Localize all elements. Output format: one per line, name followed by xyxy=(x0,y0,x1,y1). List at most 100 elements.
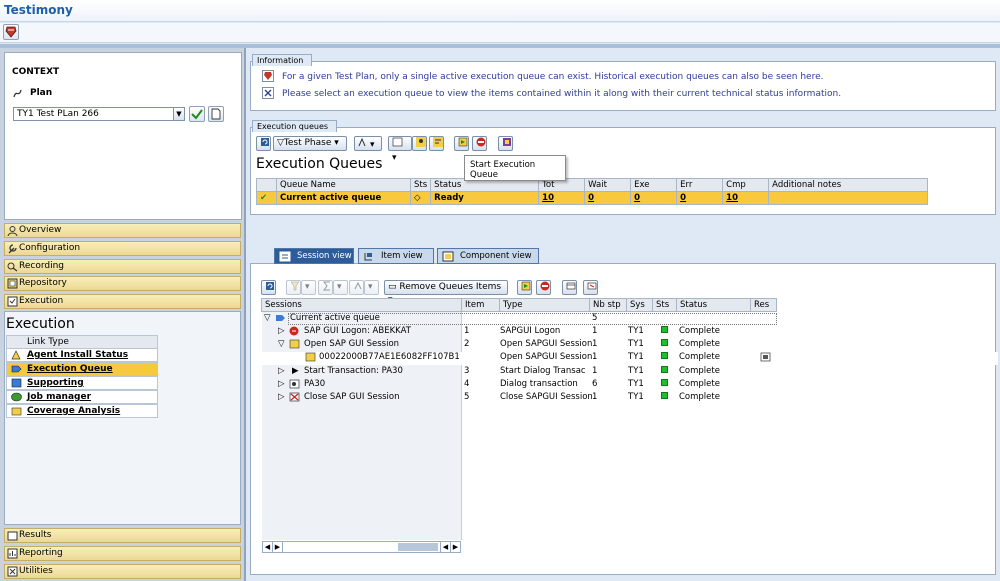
filter-button[interactable] xyxy=(286,280,301,295)
infrastructure-icon xyxy=(11,378,22,388)
queue-tot-cell[interactable]: 10 xyxy=(538,191,586,205)
link-type-header: Link Type xyxy=(6,335,158,349)
plan-label: Plan xyxy=(30,88,53,98)
view-log-button[interactable] xyxy=(498,136,513,151)
agent-icon xyxy=(11,350,22,360)
filter-options-button[interactable]: ▾ xyxy=(301,280,316,295)
nav-execution[interactable]: Execution xyxy=(4,294,241,309)
scroll-left-icon[interactable]: ◀ xyxy=(263,542,273,552)
tree-row-2[interactable]: ▽ Open SAP GUI Session 2 Open SAPGUI Ses… xyxy=(262,339,998,352)
status-cell: Complete xyxy=(679,339,720,349)
tab-session-view[interactable]: Session view xyxy=(274,248,354,264)
information-group xyxy=(250,61,996,111)
refresh-items-button[interactable] xyxy=(261,280,276,295)
nav-repository[interactable]: Repository xyxy=(4,276,241,291)
remove-queues-items-button[interactable]: ▭ Remove Queues Items ▾ xyxy=(384,280,508,305)
session-view-icon xyxy=(279,251,291,262)
refresh-queues-button[interactable] xyxy=(256,136,271,151)
scroll-right-small-icon[interactable]: ▶ xyxy=(273,542,283,552)
col-sts-session: Sts xyxy=(652,298,677,312)
tree-row-5[interactable]: ▷ PA30 4 Dialog transaction 6 TY1 Comple… xyxy=(262,379,998,392)
expand-icon[interactable]: ▷ xyxy=(278,392,285,402)
context-box: CONTEXT Plan TY1 Test PLan 266 ▼ xyxy=(4,52,242,220)
link-supporting-infrastructure[interactable]: Supporting Infrastructure xyxy=(6,376,158,400)
tree-row-1[interactable]: ▷ SAP GUI Logon: ABEKKAT 1 SAPGUI Logon … xyxy=(262,326,998,339)
start-items-button[interactable] xyxy=(517,280,532,295)
plan-select[interactable]: TY1 Test PLan 266 xyxy=(13,107,183,121)
item-cell: 3 xyxy=(464,366,470,376)
tab-component-view[interactable]: Component view xyxy=(437,248,539,264)
layout-button[interactable] xyxy=(562,280,577,295)
expand-icon[interactable]: ▷ xyxy=(278,379,285,389)
tree-row-3[interactable]: 00022000B77AE1E6082FF107B17A Open SAPGUI… xyxy=(262,352,998,365)
export-button[interactable]: ▾ xyxy=(388,136,412,163)
tab-session-view-label: Session view xyxy=(297,251,352,261)
nav-recording-label: Recording xyxy=(19,261,65,271)
test-phase-button[interactable]: ▽Test Phase ▾ xyxy=(273,136,347,151)
nb-cell: 1 xyxy=(592,392,598,402)
item-cell: 5 xyxy=(464,392,470,402)
queue-err-cell[interactable]: 0 xyxy=(676,191,724,205)
toggle-navigation-icon[interactable] xyxy=(3,24,19,40)
link-job-manager[interactable]: Job manager xyxy=(6,390,158,404)
assign-user-button[interactable] xyxy=(412,136,427,151)
nav-overview-label: Overview xyxy=(19,225,62,235)
col-additional-notes: Additional notes xyxy=(768,178,928,192)
horizontal-scrollbar[interactable]: ◀ ▶ ◀ ▶ xyxy=(262,541,461,553)
nav-overview[interactable]: Overview xyxy=(4,223,241,238)
nav-results[interactable]: Results xyxy=(4,528,241,543)
scroll-left2-icon[interactable]: ◀ xyxy=(440,542,450,552)
stop-items-button[interactable] xyxy=(536,280,551,295)
nav-reporting[interactable]: Reporting xyxy=(4,546,241,561)
tree-row-4[interactable]: ▷ ▶ Start Transaction: PA30 3 Start Dial… xyxy=(262,366,998,379)
link-execution-queue[interactable]: Execution Queue xyxy=(6,362,158,376)
nb-cell: 1 xyxy=(592,339,598,349)
queue-row[interactable]: ✔ Current active queue ◇ Ready 10 0 0 0 … xyxy=(256,191,928,205)
nav-recording[interactable]: Recording xyxy=(4,259,241,274)
subtotal-button[interactable] xyxy=(349,280,364,295)
plan-icon xyxy=(12,88,23,99)
nav-utilities[interactable]: Utilities xyxy=(4,564,241,579)
plan-dropdown-icon[interactable]: ▼ xyxy=(173,107,185,121)
queue-wait-cell[interactable]: 0 xyxy=(584,191,632,205)
collapse-icon[interactable]: ▽ xyxy=(264,313,271,323)
expand-icon[interactable]: ▷ xyxy=(278,366,285,376)
link-coverage-analysis[interactable]: Coverage Analysis xyxy=(6,404,158,418)
comment-button[interactable] xyxy=(429,136,444,151)
new-plan-button[interactable] xyxy=(208,106,224,122)
queues-table: Queue Name Sts Status Tot Wait Exe Err C… xyxy=(256,178,928,205)
confirm-plan-button[interactable] xyxy=(189,106,205,122)
collapse-icon[interactable]: ▽ xyxy=(278,339,285,349)
scroll-right-icon[interactable]: ▶ xyxy=(450,542,460,552)
start-execution-queue-button[interactable] xyxy=(454,136,469,151)
remove-icon: ▭ xyxy=(388,282,397,292)
status-cell: Complete xyxy=(679,326,720,336)
transaction-arrow-icon: ▶ xyxy=(292,366,299,376)
nav-execution-label: Execution xyxy=(19,296,64,306)
result-icon[interactable] xyxy=(760,352,771,365)
queue-cmp-cell[interactable]: 10 xyxy=(722,191,770,205)
queue-exe-cell[interactable]: 0 xyxy=(630,191,678,205)
tab-component-view-label: Component view xyxy=(460,251,532,261)
session-cell: PA30 xyxy=(304,379,326,389)
sum-options-button[interactable]: ▾ xyxy=(333,280,348,295)
queue-icon xyxy=(275,313,286,326)
subtotal-options-button[interactable]: ▾ xyxy=(364,280,379,295)
reporting-icon xyxy=(7,548,18,559)
tab-item-view[interactable]: Item view xyxy=(358,248,434,264)
session-cell: Close SAP GUI Session xyxy=(304,392,400,402)
nav-configuration[interactable]: Configuration xyxy=(4,241,241,256)
session-table-header: Sessions Item Type Nb stp Sys Sts Status… xyxy=(261,298,777,312)
sort-button[interactable]: ▾ xyxy=(354,136,382,151)
sum-button[interactable] xyxy=(318,280,333,295)
wrench-icon xyxy=(7,243,18,254)
status-green-icon xyxy=(661,339,668,346)
scroll-thumb[interactable] xyxy=(398,543,438,551)
change-layout-button[interactable] xyxy=(583,280,598,295)
col-queue-name: Queue Name xyxy=(276,178,411,192)
link-agent-install-status[interactable]: Agent Install Status xyxy=(6,348,158,362)
tree-row-6[interactable]: ▷ Close SAP GUI Session 5 Close SAPGUI S… xyxy=(262,392,998,405)
stop-queue-button[interactable] xyxy=(472,136,487,151)
sys-cell: TY1 xyxy=(628,339,644,349)
expand-icon[interactable]: ▷ xyxy=(278,326,285,336)
